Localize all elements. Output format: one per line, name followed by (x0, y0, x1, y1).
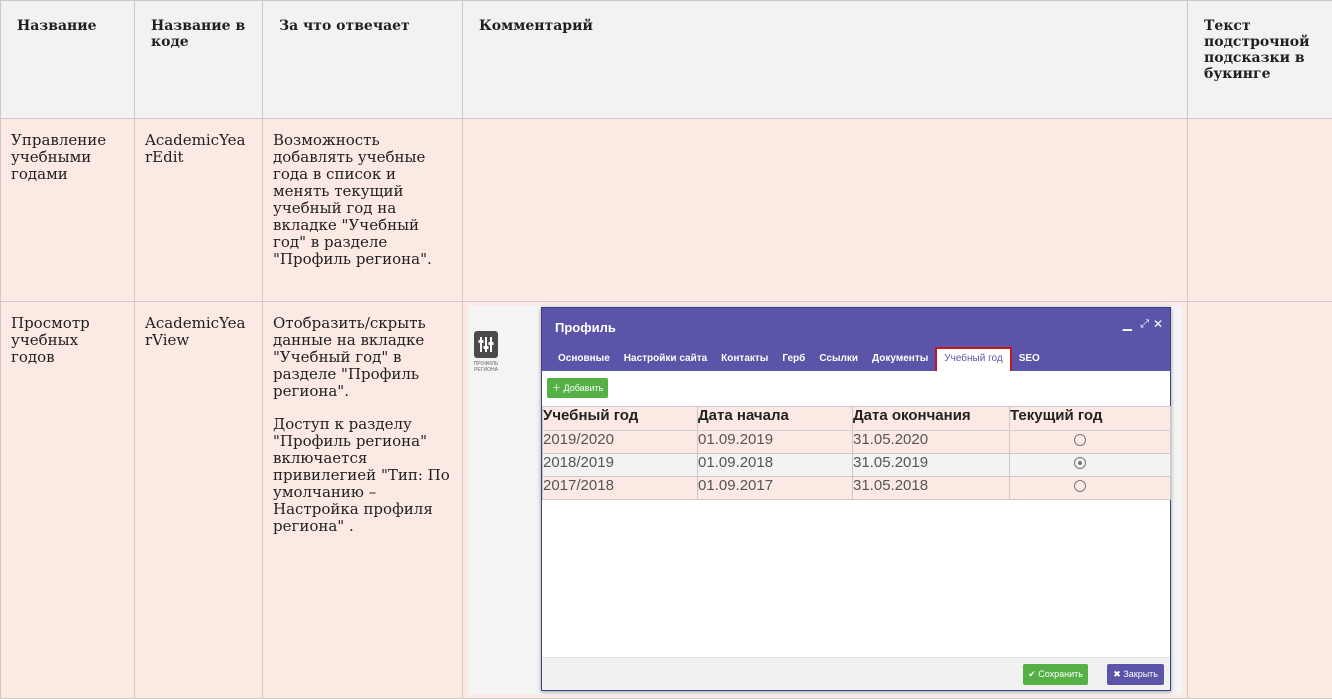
profile-window-screenshot: ПРОФИЛЬ РЕГИОНА Профиль ▁ ⤢ ✕ Основные Н… (468, 305, 1183, 695)
privilege-description: Возможность добавлять учебные года в спи… (263, 119, 463, 302)
current-cell (1010, 454, 1171, 477)
tab-links[interactable]: Ссылки (812, 347, 865, 371)
col-start: Дата начала (698, 407, 853, 431)
tab-documents[interactable]: Документы (865, 347, 935, 371)
add-button[interactable]: ＋ Добавить (547, 378, 608, 398)
tab-seo[interactable]: SEO (1012, 347, 1047, 371)
end-cell: 31.05.2018 (853, 477, 1010, 500)
save-button[interactable]: ✔ Сохранить (1023, 664, 1088, 685)
privileges-table: Название Название в коде За что отвечает… (0, 0, 1332, 699)
year-cell: 2018/2019 (543, 454, 698, 477)
expand-icon[interactable]: ⤢ (1140, 317, 1149, 331)
profile-dialog: Профиль ▁ ⤢ ✕ Основные Настройки сайта К… (541, 307, 1171, 691)
academic-years-table: Учебный год Дата начала Дата окончания Т… (542, 406, 1171, 500)
end-cell: 31.05.2020 (853, 431, 1010, 454)
close-icon[interactable]: ✕ (1153, 317, 1163, 331)
current-year-radio[interactable] (1074, 434, 1086, 446)
col-year: Учебный год (543, 407, 698, 431)
tab-main[interactable]: Основные (551, 347, 617, 371)
check-icon: ✔ (1028, 669, 1036, 679)
end-cell: 31.05.2019 (853, 454, 1010, 477)
col-end: Дата окончания (853, 407, 1010, 431)
privilege-hint (1188, 119, 1332, 302)
app-caption: ПРОФИЛЬ РЕГИОНА (468, 361, 504, 373)
col-current: Текущий год (1010, 407, 1171, 431)
table-row[interactable]: 2017/2018 01.09.2017 31.05.2018 (543, 477, 1171, 500)
tab-emblem[interactable]: Герб (775, 347, 812, 371)
dialog-header: Профиль ▁ ⤢ ✕ Основные Настройки сайта К… (542, 308, 1170, 371)
column-header-hint: Текст подстрочной подсказки в букинге (1188, 1, 1332, 119)
tab-academic-year[interactable]: Учебный год (935, 347, 1011, 371)
year-cell: 2019/2020 (543, 431, 698, 454)
privilege-hint (1188, 302, 1332, 699)
table-row: Просмотр учебных годов AcademicYearView … (1, 302, 1332, 699)
sliders-icon (474, 331, 498, 358)
table-row[interactable]: 2018/2019 01.09.2018 31.05.2019 (543, 454, 1171, 477)
close-button[interactable]: ✖ Закрыть (1107, 664, 1164, 685)
current-year-radio[interactable] (1074, 480, 1086, 492)
dialog-footer: ✔ Сохранить ✖ Закрыть (542, 657, 1170, 690)
start-cell: 01.09.2018 (698, 454, 853, 477)
dialog-title: Профиль (555, 319, 616, 336)
column-header-code: Название в коде (135, 1, 263, 119)
column-header-comment: Комментарий (463, 1, 1188, 119)
minimize-icon[interactable]: ▁ (1123, 317, 1132, 331)
privilege-description: Отобразить/скрыть данные на вкладке "Уче… (263, 302, 463, 699)
current-cell (1010, 431, 1171, 454)
close-icon: ✖ (1113, 669, 1121, 679)
year-cell: 2017/2018 (543, 477, 698, 500)
current-cell (1010, 477, 1171, 500)
privilege-comment (463, 119, 1188, 302)
privilege-code: AcademicYearView (135, 302, 263, 699)
tab-contacts[interactable]: Контакты (714, 347, 775, 371)
current-year-radio[interactable] (1074, 457, 1086, 469)
table-header-row: Название Название в коде За что отвечает… (1, 1, 1332, 119)
start-cell: 01.09.2017 (698, 477, 853, 500)
privilege-name: Управление учебными годами (1, 119, 135, 302)
column-header-name: Название (1, 1, 135, 119)
column-header-responsibility: За что отвечает (263, 1, 463, 119)
table-row: Управление учебными годами AcademicYearE… (1, 119, 1332, 302)
privilege-name: Просмотр учебных годов (1, 302, 135, 699)
privilege-comment: ПРОФИЛЬ РЕГИОНА Профиль ▁ ⤢ ✕ Основные Н… (463, 302, 1188, 699)
table-row[interactable]: 2019/2020 01.09.2019 31.05.2020 (543, 431, 1171, 454)
dialog-tabs: Основные Настройки сайта Контакты Герб С… (551, 347, 1047, 371)
privilege-code: AcademicYearEdit (135, 119, 263, 302)
grid-header-row: Учебный год Дата начала Дата окончания Т… (543, 407, 1171, 431)
start-cell: 01.09.2019 (698, 431, 853, 454)
tab-site-settings[interactable]: Настройки сайта (617, 347, 714, 371)
